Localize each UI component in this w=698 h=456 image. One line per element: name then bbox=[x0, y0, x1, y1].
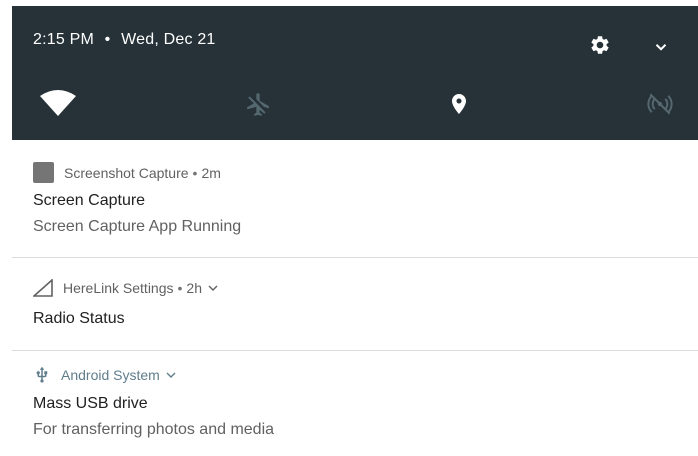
datetime-separator: • bbox=[104, 31, 111, 48]
notification-title: Radio Status bbox=[33, 310, 125, 327]
hotspot-icon bbox=[647, 93, 673, 115]
gear-icon bbox=[591, 36, 609, 54]
usb-icon bbox=[36, 366, 48, 383]
signal-triangle-icon bbox=[33, 279, 53, 297]
header-separator: • bbox=[177, 280, 183, 296]
notification-header: Screenshot Capture • 2m bbox=[33, 162, 221, 183]
notification-time: 2m bbox=[201, 164, 221, 181]
notification-text: Screen Capture App Running bbox=[33, 218, 242, 235]
location-icon bbox=[452, 94, 466, 114]
clock-time: 2:15 PM bbox=[33, 31, 94, 48]
header-separator: • bbox=[192, 164, 198, 181]
app-name: Android System bbox=[61, 367, 160, 383]
notification-header: HereLink Settings • 2h bbox=[33, 279, 218, 297]
chevron-down-icon[interactable] bbox=[208, 284, 218, 292]
location-tile[interactable] bbox=[439, 84, 479, 124]
notification-android-system[interactable]: Android System Mass USB drive For transf… bbox=[12, 351, 698, 456]
notification-screenshot-capture[interactable]: Screenshot Capture • 2m Screen Capture S… bbox=[12, 141, 698, 257]
app-name: Screenshot Capture bbox=[64, 164, 189, 181]
wifi-tile[interactable] bbox=[38, 84, 78, 124]
settings-button[interactable] bbox=[588, 33, 612, 57]
status-datetime: 2:15 PM • Wed, Dec 21 bbox=[33, 31, 216, 49]
notification-header: Android System bbox=[33, 365, 176, 385]
chevron-down-icon[interactable] bbox=[166, 371, 176, 379]
airplane-mode-icon bbox=[247, 93, 269, 116]
app-name: HereLink Settings bbox=[63, 280, 174, 296]
notification-title: Mass USB drive bbox=[33, 395, 148, 412]
screenshot-app-icon bbox=[33, 162, 54, 183]
notification-herelink-settings[interactable]: HereLink Settings • 2h Radio Status bbox=[12, 258, 698, 350]
date-label: Wed, Dec 21 bbox=[121, 31, 216, 48]
notification-text: For transferring photos and media bbox=[33, 421, 275, 438]
chevron-down-icon bbox=[655, 44, 667, 51]
wifi-icon bbox=[40, 90, 76, 116]
expand-button[interactable] bbox=[649, 35, 673, 59]
hotspot-tile[interactable] bbox=[640, 84, 680, 124]
notification-time: 2h bbox=[186, 280, 202, 296]
airplane-mode-tile[interactable] bbox=[238, 84, 278, 124]
quick-settings-panel: 2:15 PM • Wed, Dec 21 bbox=[12, 6, 698, 140]
notification-title: Screen Capture bbox=[33, 192, 146, 209]
notification-shade: 2:15 PM • Wed, Dec 21 Screenshot Capture… bbox=[0, 0, 698, 456]
